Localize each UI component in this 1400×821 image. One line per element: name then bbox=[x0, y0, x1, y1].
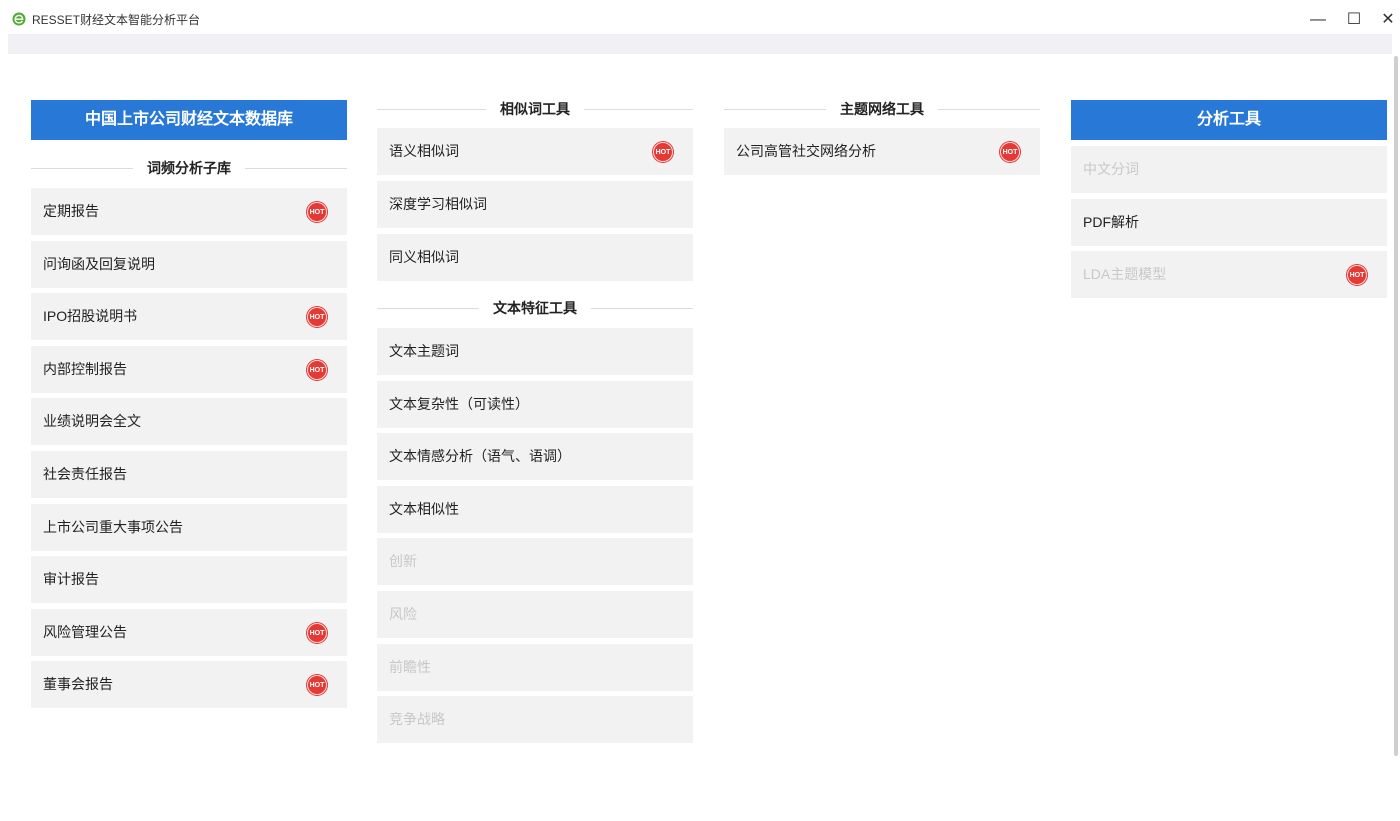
section-title-text: 主题网络工具 bbox=[826, 101, 938, 117]
menu-item-label: 中文分词 bbox=[1083, 161, 1139, 177]
database-header: 中国上市公司财经文本数据库 bbox=[31, 100, 347, 140]
text-feature-tool-item: 竞争战略 bbox=[377, 696, 693, 744]
database-item[interactable]: 社会责任报告 bbox=[31, 451, 347, 498]
menu-item-label: 语义相似词 bbox=[389, 143, 459, 159]
database-item[interactable]: 风险管理公告 HOT bbox=[31, 608, 347, 656]
similar-word-tool-item[interactable]: 语义相似词 HOT bbox=[377, 128, 693, 175]
menu-item-label: 业绩说明会全文 bbox=[43, 413, 141, 430]
hot-badge-icon: HOT bbox=[1000, 142, 1020, 162]
menu-item-label: 文本主题词 bbox=[389, 343, 459, 359]
database-item[interactable]: 业绩说明会全文 bbox=[31, 398, 347, 446]
menu-item-label: 上市公司重大事项公告 bbox=[43, 518, 183, 535]
text-feature-tool-item: 创新 bbox=[377, 538, 693, 586]
menu-item-label: PDF解析 bbox=[1083, 213, 1139, 230]
hot-badge-icon: HOT bbox=[307, 202, 327, 222]
similar-word-tool-item[interactable]: 深度学习相似词 bbox=[377, 181, 693, 228]
menu-item-label: LDA主题模型 bbox=[1083, 266, 1167, 283]
hot-badge-icon: HOT bbox=[653, 142, 673, 162]
text-feature-tool-item: 前瞻性 bbox=[377, 643, 693, 691]
menu-item-label: 公司高管社交网络分析 bbox=[736, 143, 876, 159]
similar-words-section-title: 相似词工具 bbox=[377, 99, 693, 119]
menu-item-label: 董事会报告 bbox=[43, 676, 113, 693]
hot-badge-icon: HOT bbox=[307, 622, 327, 643]
close-button[interactable]: ✕ bbox=[1378, 10, 1398, 30]
window-title: RESSET财经文本智能分析平台 bbox=[32, 13, 201, 27]
similar-word-tool-item[interactable]: 同义相似词 bbox=[377, 234, 693, 281]
menu-item-label: 文本情感分析（语气、语调） bbox=[389, 448, 571, 465]
menu-item-label: 竞争战略 bbox=[389, 711, 445, 728]
menu-item-label: 创新 bbox=[389, 553, 417, 570]
analysis-tool-item: LDA主题模型 HOT bbox=[1071, 251, 1387, 299]
scrollbar-thumb[interactable] bbox=[1394, 56, 1398, 756]
database-item[interactable]: 定期报告 HOT bbox=[31, 188, 347, 235]
database-item[interactable]: 董事会报告 HOT bbox=[31, 661, 347, 709]
menu-item-label: 风险管理公告 bbox=[43, 623, 127, 640]
database-item[interactable]: 问询函及回复说明 bbox=[31, 240, 347, 288]
maximize-button[interactable]: ☐ bbox=[1344, 10, 1364, 30]
database-item[interactable]: 上市公司重大事项公告 bbox=[31, 503, 347, 551]
menu-item-label: 社会责任报告 bbox=[43, 466, 127, 482]
menu-item-label: 问询函及回复说明 bbox=[43, 255, 155, 272]
menu-item-label: 审计报告 bbox=[43, 571, 99, 588]
text-features-section-title: 文本特征工具 bbox=[377, 298, 693, 318]
database-item[interactable]: IPO招股说明书 HOT bbox=[31, 293, 347, 341]
menu-item-label: 前瞻性 bbox=[389, 658, 431, 675]
topic-network-tool-item[interactable]: 公司高管社交网络分析 HOT bbox=[724, 128, 1040, 175]
word-frequency-section-title: 词频分析子库 bbox=[31, 158, 347, 178]
title-bar: RESSET财经文本智能分析平台 — ☐ ✕ bbox=[0, 0, 1400, 34]
analysis-tool-item: 中文分词 bbox=[1071, 146, 1387, 193]
menu-item-label: 文本相似性 bbox=[389, 500, 459, 517]
database-item[interactable]: 内部控制报告 HOT bbox=[31, 345, 347, 393]
hot-badge-icon: HOT bbox=[307, 359, 327, 380]
text-feature-tool-item[interactable]: 文本相似性 bbox=[377, 485, 693, 533]
menu-item-label: 文本复杂性（可读性） bbox=[389, 395, 529, 412]
section-title-text: 文本特征工具 bbox=[479, 300, 591, 316]
section-title-text: 相似词工具 bbox=[486, 101, 584, 117]
analysis-tool-item[interactable]: PDF解析 bbox=[1071, 198, 1387, 246]
menu-item-label: IPO招股说明书 bbox=[43, 308, 138, 325]
minimize-button[interactable]: — bbox=[1308, 10, 1328, 30]
text-feature-tool-item[interactable]: 文本复杂性（可读性） bbox=[377, 380, 693, 428]
menu-item-label: 同义相似词 bbox=[389, 249, 459, 265]
section-title-text: 词频分析子库 bbox=[133, 160, 245, 176]
analysis-tools-header: 分析工具 bbox=[1071, 100, 1387, 140]
menu-item-label: 风险 bbox=[389, 606, 417, 622]
hot-badge-icon: HOT bbox=[1347, 265, 1367, 286]
text-feature-tool-item[interactable]: 文本情感分析（语气、语调） bbox=[377, 433, 693, 481]
menu-item-label: 定期报告 bbox=[43, 203, 99, 219]
menu-item-label: 深度学习相似词 bbox=[389, 196, 487, 212]
hot-badge-icon: HOT bbox=[307, 675, 327, 696]
hot-badge-icon: HOT bbox=[307, 307, 327, 328]
app-logo-icon bbox=[12, 12, 26, 26]
database-item[interactable]: 审计报告 bbox=[31, 556, 347, 604]
topic-network-section-title: 主题网络工具 bbox=[724, 99, 1040, 119]
menu-item-label: 内部控制报告 bbox=[43, 360, 127, 377]
text-feature-tool-item: 风险 bbox=[377, 591, 693, 638]
text-feature-tool-item[interactable]: 文本主题词 bbox=[377, 328, 693, 375]
toolbar-strip bbox=[8, 34, 1392, 54]
